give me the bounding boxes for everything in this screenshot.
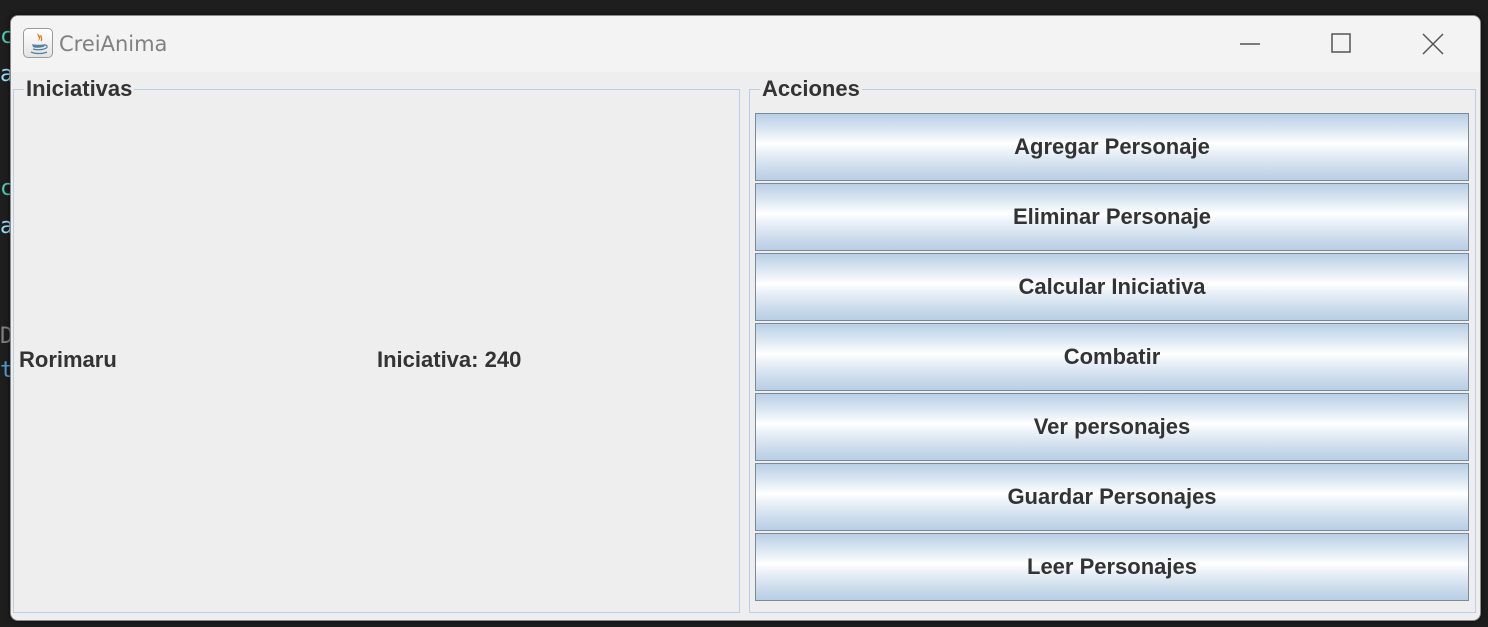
close-icon [1422, 33, 1444, 55]
iniciativas-title: Iniciativas [24, 76, 135, 101]
combatir-button[interactable]: Combatir [755, 323, 1469, 391]
close-button[interactable] [1387, 16, 1479, 72]
iniciativas-panel: Iniciativas Rorimaru Iniciativa: 240 [13, 77, 740, 613]
eliminar-personaje-button[interactable]: Eliminar Personaje [755, 183, 1469, 251]
guardar-personajes-button[interactable]: Guardar Personajes [755, 463, 1469, 531]
leer-personajes-button[interactable]: Leer Personajes [755, 533, 1469, 601]
ver-personajes-button[interactable]: Ver personajes [755, 393, 1469, 461]
java-app-icon [23, 28, 53, 58]
window-title: CreiAnima [59, 32, 168, 56]
acciones-panel: Acciones Agregar Personaje Eliminar Pers… [749, 77, 1476, 613]
title-bar[interactable]: CreiAnima [11, 16, 1480, 72]
character-initiative: Iniciativa: 240 [377, 347, 522, 372]
minimize-button[interactable] [1203, 16, 1295, 72]
maximize-button[interactable] [1295, 16, 1387, 72]
acciones-title: Acciones [760, 76, 862, 101]
maximize-icon [1331, 33, 1351, 53]
minimize-icon [1240, 43, 1260, 45]
content-pane: Iniciativas Rorimaru Iniciativa: 240 Acc… [11, 72, 1480, 620]
agregar-personaje-button[interactable]: Agregar Personaje [755, 113, 1469, 181]
character-name: Rorimaru [19, 347, 117, 372]
calcular-iniciativa-button[interactable]: Calcular Iniciativa [755, 253, 1469, 321]
app-window: CreiAnima Iniciativas Rorimaru Iniciativ… [10, 15, 1481, 621]
